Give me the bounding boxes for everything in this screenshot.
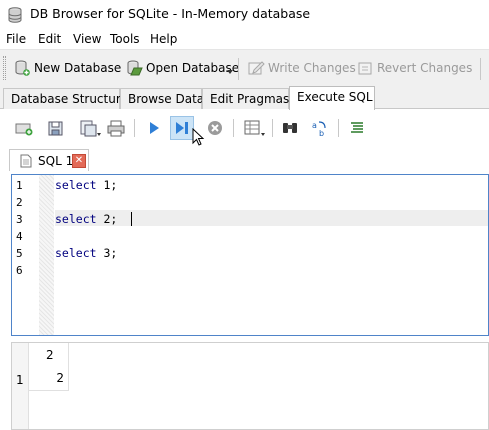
open-tab-icon: [15, 123, 33, 136]
menu-tools[interactable]: Tools: [110, 32, 140, 46]
find-replace-icon: a b: [312, 121, 326, 137]
open-database-icon: [127, 60, 143, 76]
fold-margin: [39, 175, 54, 335]
sql-editor-tabs: SQL 1 ✕: [0, 146, 489, 171]
sql-text: 2;: [96, 212, 118, 226]
save-view-button[interactable]: [241, 116, 269, 140]
menu-edit[interactable]: Edit: [38, 32, 61, 46]
result-cell-value: 2: [56, 371, 64, 385]
comment-icon: [351, 122, 363, 133]
toolbar-separator: [233, 119, 234, 137]
comment-button[interactable]: [345, 116, 369, 140]
open-database-button[interactable]: Open Database: [124, 55, 240, 81]
results-grid[interactable]: 2 1 2: [11, 342, 489, 430]
write-changes-button[interactable]: Write Changes: [246, 55, 357, 81]
code-line: select 2;: [55, 212, 117, 226]
execute-current-line-icon: [176, 122, 188, 134]
open-sql-file-icon: [48, 121, 63, 136]
tab-database-structure[interactable]: Database Structure: [3, 88, 128, 109]
toolbar-separator: [238, 58, 239, 80]
sql-keyword: select: [55, 246, 97, 260]
code-line: select 3;: [55, 246, 117, 260]
sql-keyword: select: [55, 178, 97, 192]
stop-icon: [208, 121, 222, 135]
row-header[interactable]: 1: [12, 365, 29, 429]
menu-view[interactable]: View: [73, 32, 101, 46]
main-toolbar: New Database Open Database Write Changes…: [0, 50, 489, 86]
sql-text: 1;: [96, 178, 118, 192]
menu-bar: File Edit View Tools Help: [0, 29, 489, 50]
toolbar-separator: [134, 119, 135, 137]
sql-toolbar: a b: [0, 110, 489, 146]
close-tab-icon[interactable]: ✕: [72, 154, 86, 168]
find-button[interactable]: [278, 116, 302, 140]
sql-tab[interactable]: SQL 1 ✕: [9, 149, 89, 171]
save-results-button[interactable]: [104, 116, 128, 140]
svg-text:b: b: [319, 129, 324, 137]
line-number: 4: [16, 230, 23, 243]
new-database-button[interactable]: New Database: [12, 55, 122, 81]
open-sql-file-button[interactable]: [44, 116, 68, 140]
sql-editor[interactable]: 1 2 3 4 5 6 select 1; select 2; select 3…: [11, 174, 489, 336]
open-tab-button[interactable]: [12, 116, 36, 140]
print-icon: [107, 120, 125, 137]
tab-browse-data[interactable]: Browse Data: [120, 88, 204, 109]
toolbar-grip[interactable]: [3, 56, 6, 80]
write-changes-label: Write Changes: [268, 61, 356, 75]
svg-text:a: a: [312, 121, 317, 130]
save-view-icon: [244, 120, 265, 136]
window-title: DB Browser for SQLite - In-Memory databa…: [30, 6, 311, 21]
title-bar: DB Browser for SQLite - In-Memory databa…: [0, 0, 489, 29]
tab-execute-sql[interactable]: Execute SQL: [289, 86, 375, 110]
new-database-label: New Database: [34, 61, 122, 75]
menu-file[interactable]: File: [6, 32, 26, 46]
toolbar-separator: [272, 119, 273, 137]
save-sql-file-icon: [80, 120, 101, 137]
open-database-label: Open Database: [146, 61, 240, 75]
line-number: 3: [16, 213, 23, 226]
sql-keyword: select: [55, 212, 97, 226]
execute-current-line-button[interactable]: [170, 116, 194, 140]
menu-help[interactable]: Help: [150, 32, 177, 46]
toolbar-separator: [480, 58, 481, 80]
row-header-label: 1: [16, 373, 24, 387]
execute-all-icon: [150, 122, 159, 134]
code-line: select 1;: [55, 178, 117, 192]
result-cell[interactable]: 2: [29, 365, 69, 391]
revert-changes-icon: [358, 62, 372, 75]
revert-changes-button[interactable]: Revert Changes: [355, 55, 473, 81]
find-icon: [283, 123, 297, 133]
text-caret: [131, 212, 132, 226]
save-sql-file-button[interactable]: [75, 116, 105, 140]
line-number: 2: [16, 196, 23, 209]
open-database-dropdown-icon[interactable]: [227, 70, 233, 74]
stop-execution-button[interactable]: [203, 116, 227, 140]
toolbar-separator: [338, 119, 339, 137]
sql-text: 3;: [96, 246, 118, 260]
write-changes-icon: [248, 61, 265, 75]
revert-changes-label: Revert Changes: [377, 61, 473, 75]
database-icon: [8, 7, 22, 23]
mouse-cursor-icon: [192, 128, 205, 146]
tab-edit-pragmas[interactable]: Edit Pragmas: [202, 88, 289, 109]
sql-tab-label: SQL 1: [38, 154, 74, 168]
line-number: 6: [16, 264, 23, 277]
column-header[interactable]: 2: [29, 343, 69, 365]
current-line-highlight: [55, 210, 488, 226]
find-replace-button[interactable]: a b: [308, 116, 332, 140]
column-header-label: 2: [46, 348, 54, 362]
main-tabs: Database Structure Browse Data Edit Prag…: [0, 86, 489, 110]
line-number: 5: [16, 247, 23, 260]
line-number: 1: [16, 179, 23, 192]
execute-all-button[interactable]: [142, 116, 166, 140]
sql-document-icon: [20, 154, 32, 168]
new-database-icon: [15, 60, 30, 76]
grid-corner[interactable]: [12, 343, 29, 365]
